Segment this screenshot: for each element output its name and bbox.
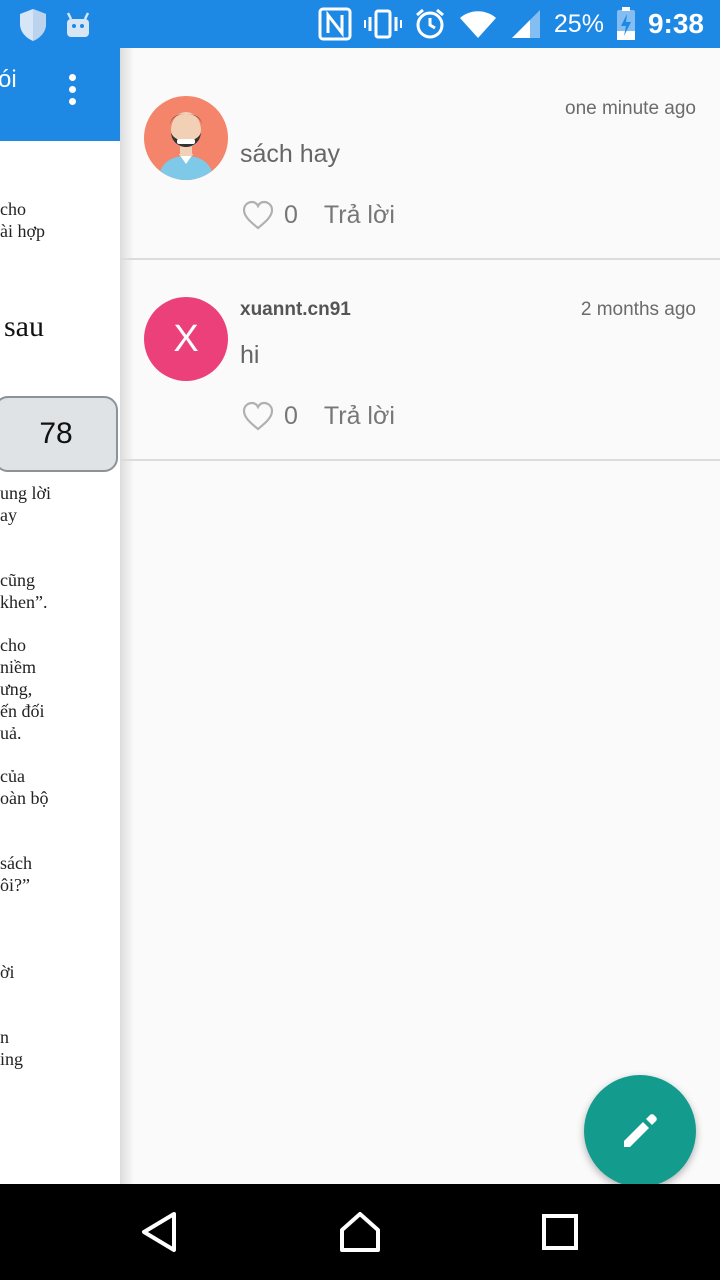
wifi-icon <box>459 11 496 38</box>
navigation-bar <box>0 1184 720 1280</box>
alarm-icon <box>415 8 444 39</box>
reader-heading: sau <box>4 310 44 343</box>
page-number-badge: 78 <box>0 396 118 472</box>
like-count: 0 <box>284 200 298 229</box>
write-comment-button[interactable] <box>584 1075 696 1187</box>
comment-actions: 0 Trả lời <box>242 399 395 433</box>
reply-button[interactable]: Trả lời <box>324 201 395 230</box>
reader-text-line: ay <box>0 505 17 525</box>
battery-percent: 25% <box>553 9 604 38</box>
vibrate-icon <box>363 9 402 39</box>
comment-item: one minute ago sách hay 0 Trả lời <box>120 60 720 260</box>
battery-charging-icon <box>616 7 635 40</box>
reader-text-line: n <box>0 1027 9 1047</box>
reader-text-line: sách <box>0 853 32 873</box>
book-reader-panel[interactable]: ói cho ài hợp sau ung lời ay cũng khen”.… <box>0 48 120 1184</box>
comment-username[interactable]: xuannt.cn91 <box>240 299 351 321</box>
back-icon[interactable] <box>136 1208 184 1256</box>
home-icon[interactable] <box>336 1208 384 1256</box>
reply-button[interactable]: Trả lời <box>324 402 395 431</box>
reader-text-line: ưng, <box>0 679 33 699</box>
reader-text-line: ôi?” <box>0 875 30 895</box>
reader-text-line: ời <box>0 962 15 982</box>
signal-icon <box>511 10 540 38</box>
status-bar: 25% 9:38 <box>0 0 720 48</box>
comment-time: one minute ago <box>565 98 696 119</box>
comment-time: 2 months ago <box>580 299 696 320</box>
clock: 9:38 <box>647 8 704 39</box>
comment-actions: 0 Trả lời <box>242 198 395 232</box>
reader-text-line: cho <box>0 635 26 655</box>
shield-icon <box>20 9 46 41</box>
reader-text-line: oàn bộ <box>0 788 49 808</box>
reader-text-line: cho <box>0 199 26 219</box>
reader-text-line: niềm <box>0 657 36 677</box>
reader-text-line: ến đối <box>0 701 45 721</box>
comment-text: sách hay <box>240 140 341 168</box>
reader-text-line: cũng <box>0 570 35 590</box>
person-avatar-icon[interactable] <box>144 96 228 180</box>
reader-title: ói <box>0 66 17 93</box>
recents-icon[interactable] <box>536 1208 584 1256</box>
like-count: 0 <box>284 401 298 430</box>
reader-text-line: của <box>0 766 25 786</box>
android-icon <box>66 12 90 37</box>
heart-icon[interactable] <box>242 401 274 431</box>
reader-toolbar: ói <box>0 48 120 141</box>
nfc-icon <box>318 7 352 41</box>
reader-text-line: ing <box>0 1049 24 1069</box>
more-options-icon[interactable] <box>64 74 80 114</box>
comment-text: hi <box>240 341 260 369</box>
reader-text-line: uả. <box>0 723 22 743</box>
reader-text-line: khen”. <box>0 592 48 612</box>
letter-avatar[interactable]: X <box>144 297 228 381</box>
reader-text-line: ài hợp <box>0 221 46 241</box>
pencil-icon <box>624 1114 657 1147</box>
reader-text-line: ung lời <box>0 483 52 503</box>
comment-item: X xuannt.cn91 2 months ago hi 0 Trả lời <box>120 261 720 461</box>
heart-icon[interactable] <box>242 200 274 230</box>
